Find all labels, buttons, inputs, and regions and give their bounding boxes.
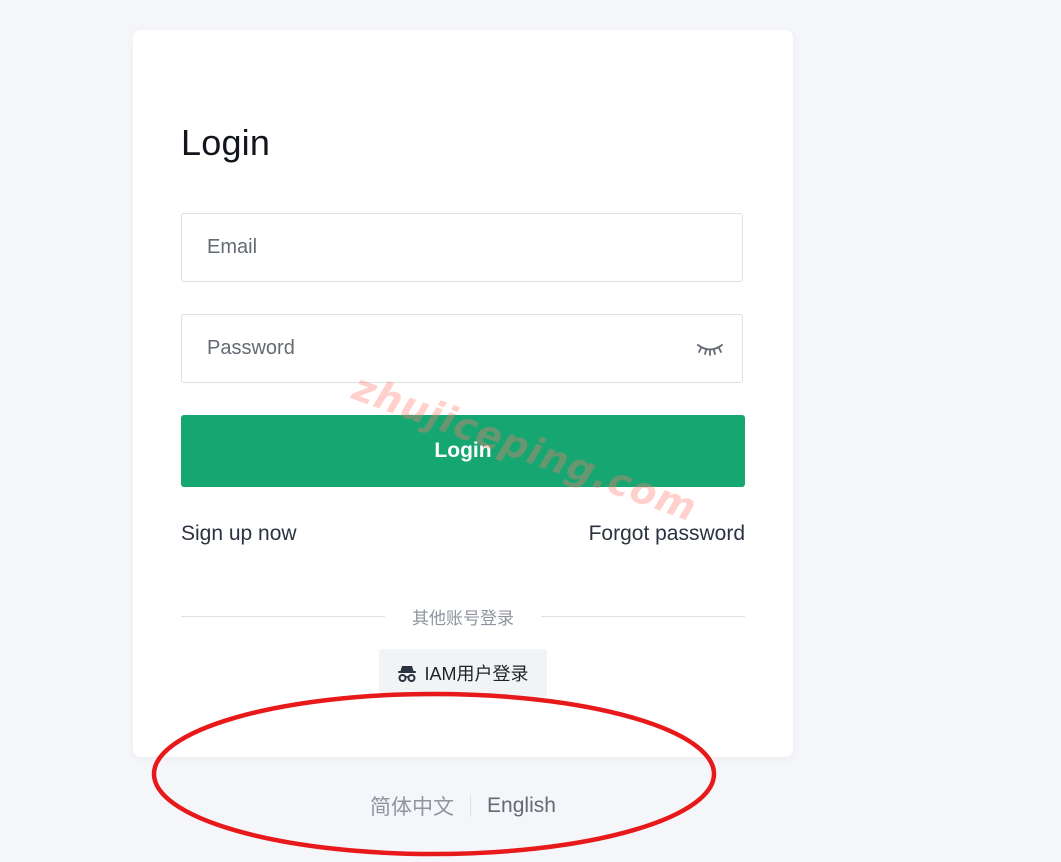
forgot-password-link[interactable]: Forgot password <box>589 522 745 546</box>
iam-login-label: IAM用户登录 <box>424 664 529 684</box>
eye-closed-icon[interactable] <box>696 340 724 358</box>
login-button[interactable]: Login <box>181 415 745 487</box>
email-field[interactable] <box>182 214 742 281</box>
divider-right <box>541 616 745 617</box>
sign-up-link[interactable]: Sign up now <box>181 522 297 546</box>
password-field[interactable] <box>182 315 742 382</box>
other-login-label: 其他账号登录 <box>412 609 514 628</box>
email-field-wrapper <box>181 213 743 282</box>
language-switcher: 简体中文 English <box>0 790 926 822</box>
lang-option-en[interactable]: English <box>471 794 572 818</box>
login-card: Login Login Sign up now Forgot password … <box>133 30 793 757</box>
divider-left <box>181 616 385 617</box>
page-title: Login <box>181 122 271 163</box>
password-field-wrapper <box>181 314 743 383</box>
iam-login-button[interactable]: IAM用户登录 <box>379 649 547 697</box>
incognito-icon <box>398 666 417 682</box>
lang-option-zh[interactable]: 简体中文 <box>354 791 470 821</box>
